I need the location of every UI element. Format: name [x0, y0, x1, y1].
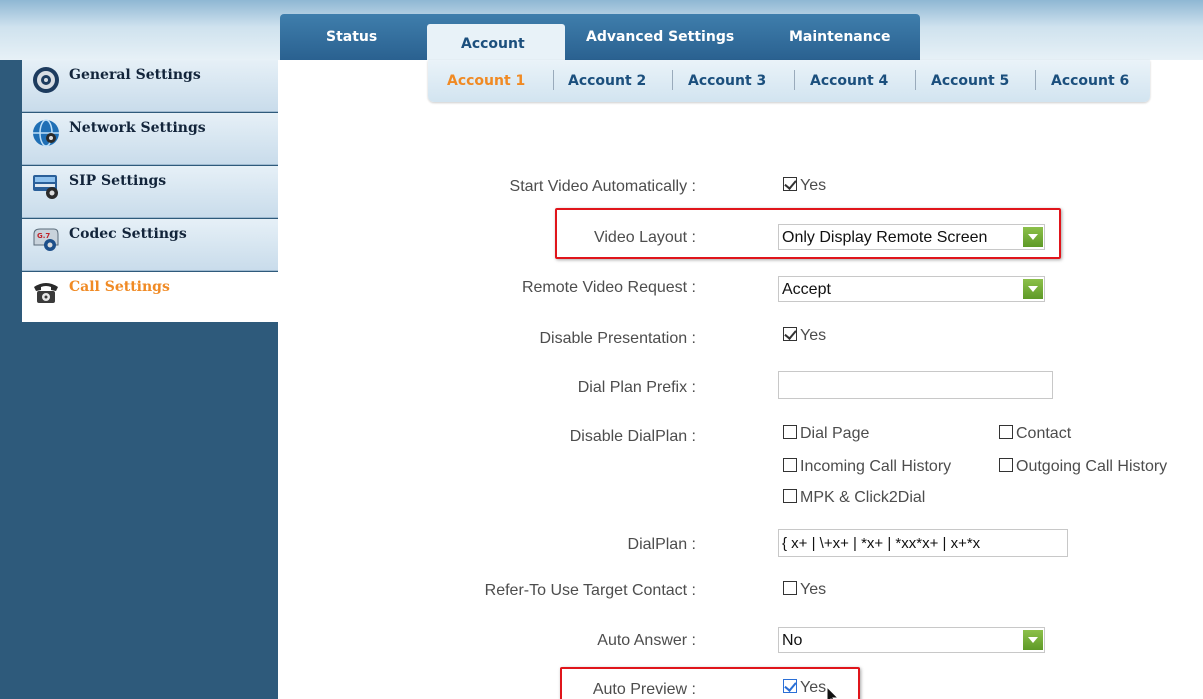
checkbox-box[interactable]: [783, 581, 797, 595]
checkbox-label: Incoming Call History: [800, 458, 952, 475]
checkbox-label: MPK & Click2Dial: [800, 489, 926, 506]
sidebar-item-call-settings[interactable]: Call Settings: [22, 272, 278, 322]
sidebar-item-label: Network Settings: [69, 120, 206, 136]
chevron-down-icon[interactable]: [1023, 279, 1043, 299]
subtab-account-1[interactable]: Account 1: [447, 73, 525, 89]
video-layout-select[interactable]: Only Display Remote Screen: [778, 224, 1045, 250]
disable-dialplan-label: Disable DialPlan :: [569, 428, 696, 445]
select-value: No: [782, 632, 803, 649]
checkbox-box[interactable]: [783, 679, 797, 693]
top-bar: Status Account Advanced Settings Mainten…: [0, 0, 1203, 60]
contact-checkbox[interactable]: Contact: [999, 425, 1071, 443]
input-value: { x+ | \+x+ | *x+ | *xx*x+ | x+*x: [782, 535, 981, 552]
subtab-account-5[interactable]: Account 5: [931, 73, 1009, 89]
sidebar-item-general-settings[interactable]: General Settings: [22, 60, 278, 112]
checkbox-label: Yes: [800, 327, 827, 344]
tab-account[interactable]: Account: [427, 24, 565, 60]
gear-icon: [33, 67, 59, 93]
checkbox-label: Contact: [1016, 425, 1072, 442]
account-subtabs: Account 1 Account 2 Account 3 Account 4 …: [428, 60, 1150, 102]
sidebar-item-sip-settings[interactable]: SIP Settings: [22, 166, 278, 218]
checkbox-label: Dial Page: [800, 425, 870, 442]
subtab-divider: [672, 70, 673, 90]
incoming-call-history-checkbox[interactable]: Incoming Call History: [783, 458, 951, 476]
tab-label: Status: [326, 29, 378, 45]
sidebar-item-network-settings[interactable]: Network Settings: [22, 113, 278, 165]
dialplan-input[interactable]: { x+ | \+x+ | *x+ | *xx*x+ | x+*x: [778, 529, 1068, 557]
tab-status[interactable]: Status: [280, 14, 418, 60]
sip-device-icon: [33, 175, 58, 199]
chevron-down-icon[interactable]: [1023, 630, 1043, 650]
svg-text:G.7: G.7: [37, 232, 50, 240]
auto-answer-select[interactable]: No: [778, 627, 1045, 653]
checkbox-box[interactable]: [783, 425, 797, 439]
dial-plan-prefix-label: Dial Plan Prefix :: [577, 379, 696, 396]
checkbox-box[interactable]: [999, 458, 1013, 472]
auto-answer-label: Auto Answer :: [597, 632, 696, 649]
tab-maintenance[interactable]: Maintenance: [774, 14, 920, 60]
select-value: Accept: [782, 281, 831, 298]
tab-label: Account: [461, 36, 525, 52]
sidebar-item-label: Codec Settings: [69, 226, 187, 242]
subtab-account-6[interactable]: Account 6: [1051, 73, 1129, 89]
mpk-click2dial-checkbox[interactable]: MPK & Click2Dial: [783, 489, 925, 507]
auto-preview-checkbox[interactable]: Yes: [783, 679, 826, 697]
outgoing-call-history-checkbox[interactable]: Outgoing Call History: [999, 458, 1167, 476]
chevron-down-icon[interactable]: [1023, 227, 1043, 247]
globe-gear-icon: [33, 119, 59, 147]
checkbox-box[interactable]: [783, 327, 797, 341]
sidebar: General Settings Network Settings SIP Se…: [0, 60, 278, 699]
auto-preview-label: Auto Preview :: [592, 681, 696, 698]
main-tabs: Status Account Advanced Settings Mainten…: [280, 14, 920, 60]
select-value: Only Display Remote Screen: [782, 229, 988, 246]
telephone-icon: [34, 283, 58, 303]
codec-gear-icon: G.7: [33, 228, 59, 251]
subtab-account-2[interactable]: Account 2: [568, 73, 646, 89]
start-video-label: Start Video Automatically :: [509, 178, 696, 195]
checkbox-box[interactable]: [999, 425, 1013, 439]
subtab-divider: [915, 70, 916, 90]
subtab-divider: [1035, 70, 1036, 90]
checkbox-box[interactable]: [783, 458, 797, 472]
checkbox-box[interactable]: [783, 489, 797, 503]
remote-video-request-select[interactable]: Accept: [778, 276, 1045, 302]
subtab-account-4[interactable]: Account 4: [810, 73, 888, 89]
checkbox-box[interactable]: [783, 177, 797, 191]
mouse-cursor-icon: [826, 686, 840, 699]
sidebar-item-label: Call Settings: [69, 279, 170, 295]
start-video-checkbox[interactable]: Yes: [783, 177, 826, 195]
dialplan-label: DialPlan :: [627, 536, 696, 553]
sidebar-item-label: General Settings: [69, 67, 201, 83]
subtab-account-3[interactable]: Account 3: [688, 73, 766, 89]
sidebar-item-codec-settings[interactable]: G.7 Codec Settings: [22, 219, 278, 271]
checkbox-label: Yes: [800, 177, 827, 194]
checkbox-label: Yes: [800, 581, 827, 598]
dial-plan-prefix-input[interactable]: [778, 371, 1053, 399]
tab-advanced-settings[interactable]: Advanced Settings: [570, 14, 770, 60]
checkbox-label: Outgoing Call History: [1016, 458, 1168, 475]
disable-presentation-checkbox[interactable]: Yes: [783, 327, 826, 345]
remote-video-request-label: Remote Video Request :: [521, 279, 696, 296]
disable-presentation-label: Disable Presentation :: [539, 330, 696, 347]
video-layout-label: Video Layout :: [593, 229, 696, 246]
refer-to-label: Refer-To Use Target Contact :: [484, 582, 696, 599]
tab-label: Maintenance: [789, 29, 891, 45]
subtab-divider: [794, 70, 795, 90]
sidebar-item-label: SIP Settings: [69, 173, 167, 189]
tab-label: Advanced Settings: [586, 29, 735, 45]
refer-to-checkbox[interactable]: Yes: [783, 581, 826, 599]
subtab-divider: [553, 70, 554, 90]
dial-page-checkbox[interactable]: Dial Page: [783, 425, 869, 443]
checkbox-label: Yes: [800, 679, 827, 696]
